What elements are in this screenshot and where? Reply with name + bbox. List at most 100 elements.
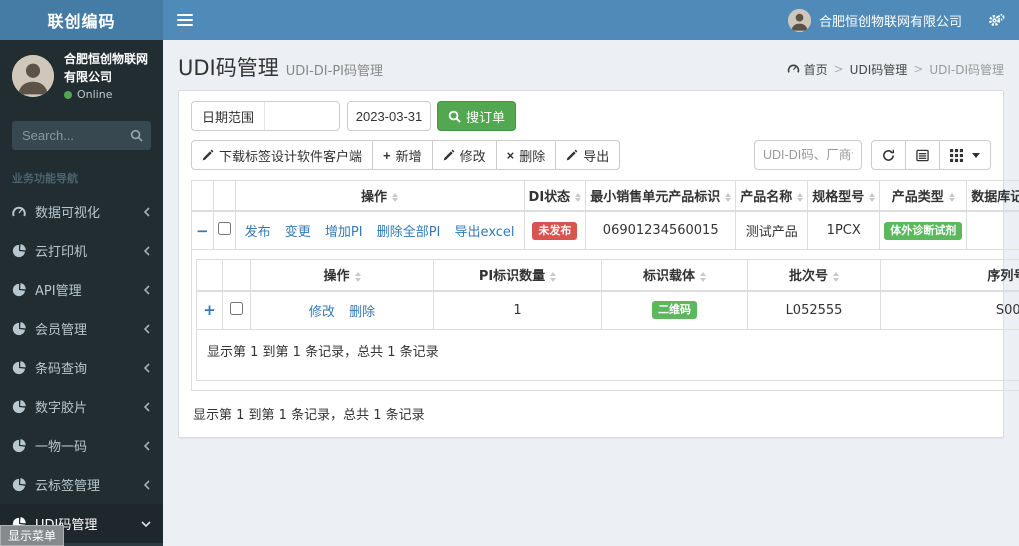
sort-icon — [797, 190, 804, 206]
sort-icon — [392, 190, 399, 206]
sidebar-search-input[interactable] — [12, 121, 121, 150]
change-link[interactable]: 变更 — [285, 225, 311, 240]
min-unit-cell: 06901234560015 — [585, 210, 737, 251]
publish-link[interactable]: 发布 — [245, 225, 271, 240]
sidebar-item-label: 云标签管理 — [35, 479, 101, 494]
export-excel-link[interactable]: 导出excel — [455, 225, 515, 240]
col-header-product-name[interactable]: 产品名称 — [735, 180, 809, 213]
navbar-main: 合肥恒创物联网有限公司 — [163, 0, 1019, 40]
sidebar-item-cloud-label-management[interactable]: 云标签管理 — [0, 465, 163, 504]
sub-delete-link[interactable]: 删除 — [349, 305, 375, 320]
col-header-spec[interactable]: 规格型号 — [807, 180, 881, 213]
export-button[interactable]: 导出 — [555, 140, 621, 170]
chevron-left-icon — [143, 206, 150, 217]
db-key-cell: - — [966, 210, 1019, 251]
pi-count-cell: 1 — [433, 290, 602, 330]
pie-chart-icon — [12, 282, 26, 296]
sidebar: 合肥恒创物联网有限公司 Online 业务功能导航 数据可视化 云打印机 API… — [0, 40, 163, 546]
batch-cell: L052555 — [747, 290, 881, 330]
pie-chart-icon — [12, 399, 26, 413]
search-order-button[interactable]: 搜订单 — [437, 101, 517, 131]
action-button-group: 下载标签设计软件客户端 + 新增 修改 × 删除 导出 — [191, 140, 621, 170]
expand-row-icon[interactable]: + — [203, 301, 216, 319]
user-avatar — [12, 54, 54, 97]
delete-all-pi-link[interactable]: 删除全部PI — [377, 225, 441, 240]
page-subtitle: UDI-DI-PI码管理 — [285, 64, 383, 79]
spec-cell: 1PCX — [807, 210, 881, 251]
sub-col-header-pi-count[interactable]: PI标识数量 — [433, 259, 602, 292]
pencil-icon — [202, 149, 214, 161]
chevron-left-icon — [143, 284, 150, 295]
sidebar-item-digital-film[interactable]: 数字胶片 — [0, 387, 163, 426]
sub-row-checkbox[interactable] — [230, 301, 243, 315]
online-dot-icon — [64, 90, 72, 99]
sidebar-toggle-button[interactable] — [163, 0, 207, 40]
dashboard-icon — [787, 64, 799, 73]
delete-button[interactable]: × 删除 — [495, 140, 557, 170]
table-row: − 发布 变更 增加PI 删除全部PI 导出excel 未发布 06901234… — [191, 210, 1019, 251]
breadcrumb: 首页 > UDI码管理 > UDI-DI码管理 — [787, 61, 1004, 78]
main-content: UDI码管理 UDI-DI-PI码管理 首页 > UDI码管理 > UDI-DI码… — [163, 40, 1019, 546]
sidebar-item-api-management[interactable]: API管理 — [0, 270, 163, 309]
sidebar-item-label: 云打印机 — [35, 245, 88, 260]
card-view-icon — [916, 149, 929, 161]
sidebar-item-member-management[interactable]: 会员管理 — [0, 309, 163, 348]
col-header-product-type[interactable]: 产品类型 — [879, 180, 968, 213]
date-range-label: 日期范围 — [192, 102, 266, 130]
udi-table: 操作 DI状态 最小销售单元产品标识 产品名称 规格型号 产品类型 数据库记录k… — [191, 180, 1019, 391]
collapse-row-icon[interactable]: − — [196, 222, 209, 240]
pie-chart-icon — [12, 243, 26, 257]
sub-col-header-operation[interactable]: 操作 — [250, 259, 434, 292]
sub-col-header-carrier[interactable]: 标识载体 — [601, 259, 748, 292]
table-search-input[interactable] — [754, 140, 862, 170]
sidebar-item-barcode-query[interactable]: 条码查询 — [0, 348, 163, 387]
sidebar-item-label: 会员管理 — [35, 323, 88, 338]
navbar-user-menu[interactable]: 合肥恒创物联网有限公司 — [776, 0, 974, 40]
di-status-badge: 未发布 — [532, 221, 578, 240]
refresh-icon — [883, 149, 895, 161]
refresh-button[interactable] — [871, 140, 906, 170]
col-header-db-key[interactable]: 数据库记录key — [966, 180, 1019, 213]
chevron-down-icon — [141, 520, 151, 527]
sub-table-record-info: 显示第 1 到第 1 条记录，总共 1 条记录 — [196, 329, 1019, 381]
search-icon — [448, 110, 461, 123]
settings-cogs-icon[interactable] — [974, 0, 1019, 40]
navbar-company-name: 合肥恒创物联网有限公司 — [818, 14, 962, 30]
sidebar-item-label: 条码查询 — [35, 362, 88, 377]
pie-chart-icon — [12, 321, 26, 335]
sidebar-item-one-item-one-code[interactable]: 一物一码 — [0, 426, 163, 465]
product-type-badge: 体外诊断试剂 — [884, 221, 963, 240]
breadcrumb-home-link[interactable]: 首页 — [787, 61, 828, 78]
table-record-info: 显示第 1 到第 1 条记录，总共 1 条记录 — [193, 407, 425, 423]
toggle-view-button[interactable] — [905, 140, 940, 170]
sidebar-menu: 数据可视化 云打印机 API管理 会员管理 条码查询 数字胶片 一物一码 云标签… — [0, 192, 163, 546]
add-pi-link[interactable]: 增加PI — [325, 225, 363, 240]
sub-col-header-serial[interactable]: 序列号 — [880, 259, 1019, 292]
app-logo[interactable]: 联创编码 — [0, 0, 163, 40]
breadcrumb-udi-link[interactable]: UDI码管理 — [850, 61, 908, 78]
serial-cell: S002 — [880, 290, 1019, 330]
sub-edit-link[interactable]: 修改 — [309, 305, 335, 320]
sidebar-item-cloud-printer[interactable]: 云打印机 — [0, 231, 163, 270]
add-button[interactable]: + 新增 — [372, 140, 433, 170]
download-label-software-button[interactable]: 下载标签设计软件客户端 — [191, 140, 374, 170]
row-checkbox[interactable] — [217, 222, 231, 236]
date-range-start-input[interactable] — [265, 102, 340, 130]
sidebar-item-data-visualization[interactable]: 数据可视化 — [0, 192, 163, 231]
sidebar-search — [12, 121, 151, 150]
chevron-left-icon — [143, 245, 150, 256]
sub-carrier-badge: 二维码 — [652, 300, 697, 320]
sub-col-header-batch[interactable]: 批次号 — [747, 259, 881, 292]
sidebar-search-button[interactable] — [121, 121, 151, 150]
col-header-operation[interactable]: 操作 — [234, 180, 525, 213]
col-header-min-unit[interactable]: 最小销售单元产品标识 — [585, 180, 737, 213]
plus-icon: + — [383, 147, 391, 163]
grid-columns-icon — [950, 148, 963, 162]
sort-icon — [833, 269, 839, 285]
edit-button[interactable]: 修改 — [431, 140, 497, 170]
columns-button[interactable] — [939, 140, 991, 170]
col-header-di-status[interactable]: DI状态 — [523, 180, 587, 213]
date-end-input[interactable] — [347, 101, 432, 131]
sort-icon — [354, 269, 361, 285]
breadcrumb-current: UDI-DI码管理 — [929, 62, 1004, 77]
